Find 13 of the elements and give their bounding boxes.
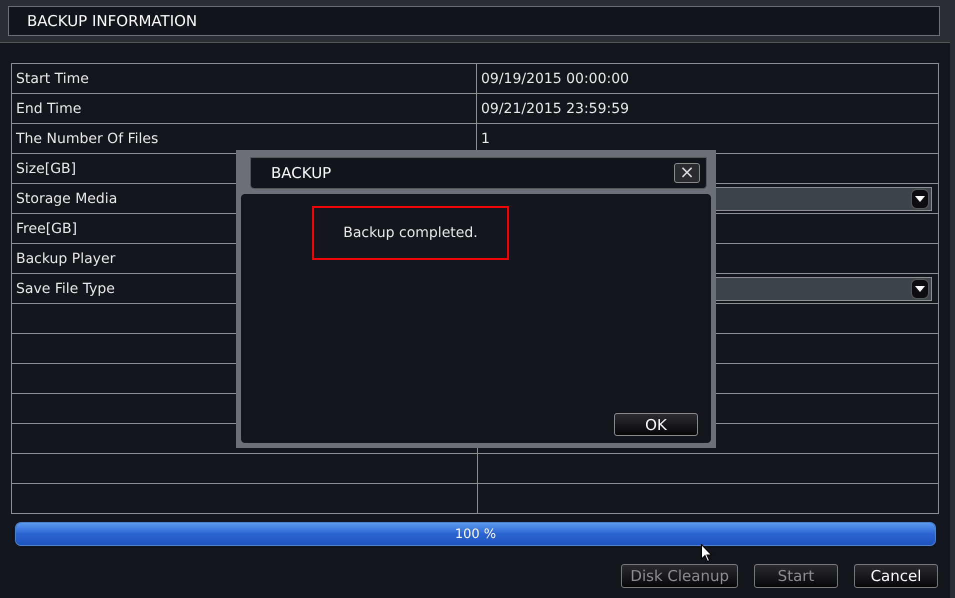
field-value: 1 xyxy=(480,130,491,148)
action-button[interactable]: Cancel xyxy=(854,564,938,588)
cursor-icon xyxy=(701,544,713,563)
ok-button[interactable]: OK xyxy=(614,413,698,436)
field-label: End Time xyxy=(12,94,477,123)
window-title: BACKUP INFORMATION xyxy=(8,6,940,36)
field-value: 09/19/2015 00:00:00 xyxy=(480,70,630,88)
progress-reading: 100 % xyxy=(454,526,498,544)
dialog-title: BACKUP xyxy=(271,164,332,182)
field-label: Start Time xyxy=(12,64,477,93)
message-text: Backup completed. xyxy=(312,206,509,260)
close-button[interactable]: × xyxy=(674,163,700,183)
field-value: 09/21/2015 23:59:59 xyxy=(480,100,630,118)
